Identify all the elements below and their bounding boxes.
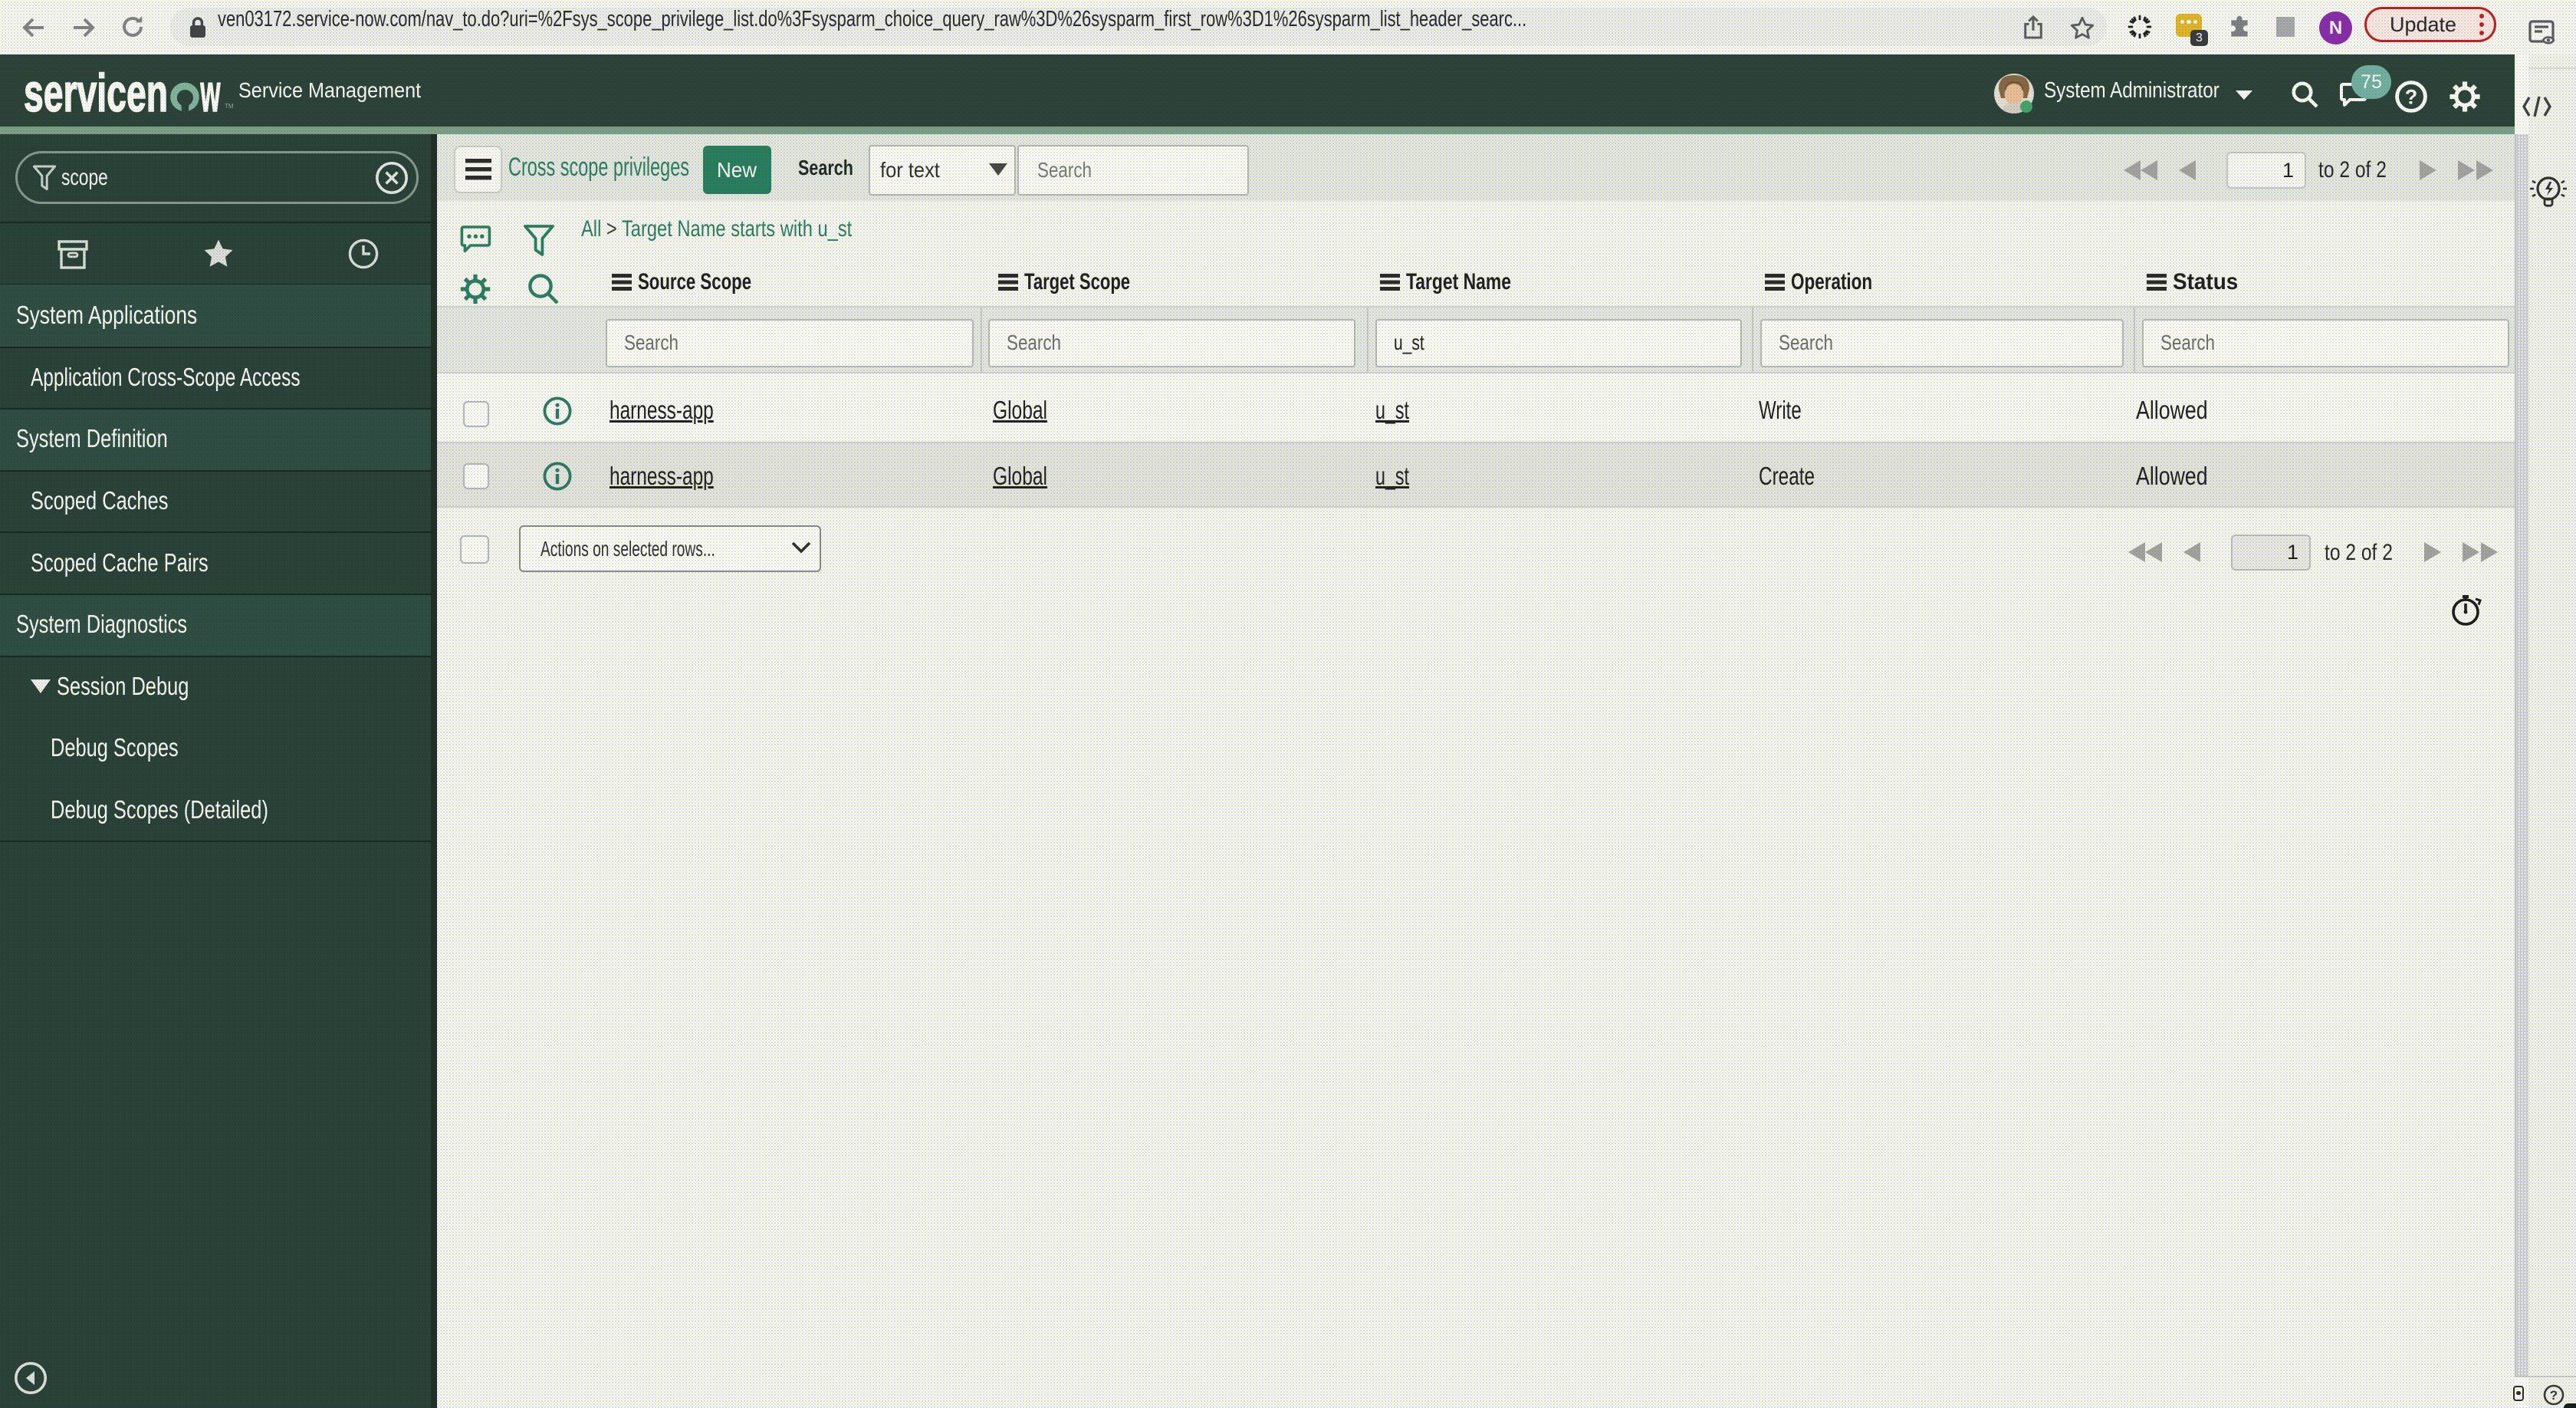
svg-text:TM: TM [225,103,234,110]
svg-text:?: ? [2550,1388,2558,1403]
svg-text:w: w [200,66,221,118]
svg-text:servicen: servicen [24,66,168,118]
svg-text:?: ? [2405,86,2418,109]
